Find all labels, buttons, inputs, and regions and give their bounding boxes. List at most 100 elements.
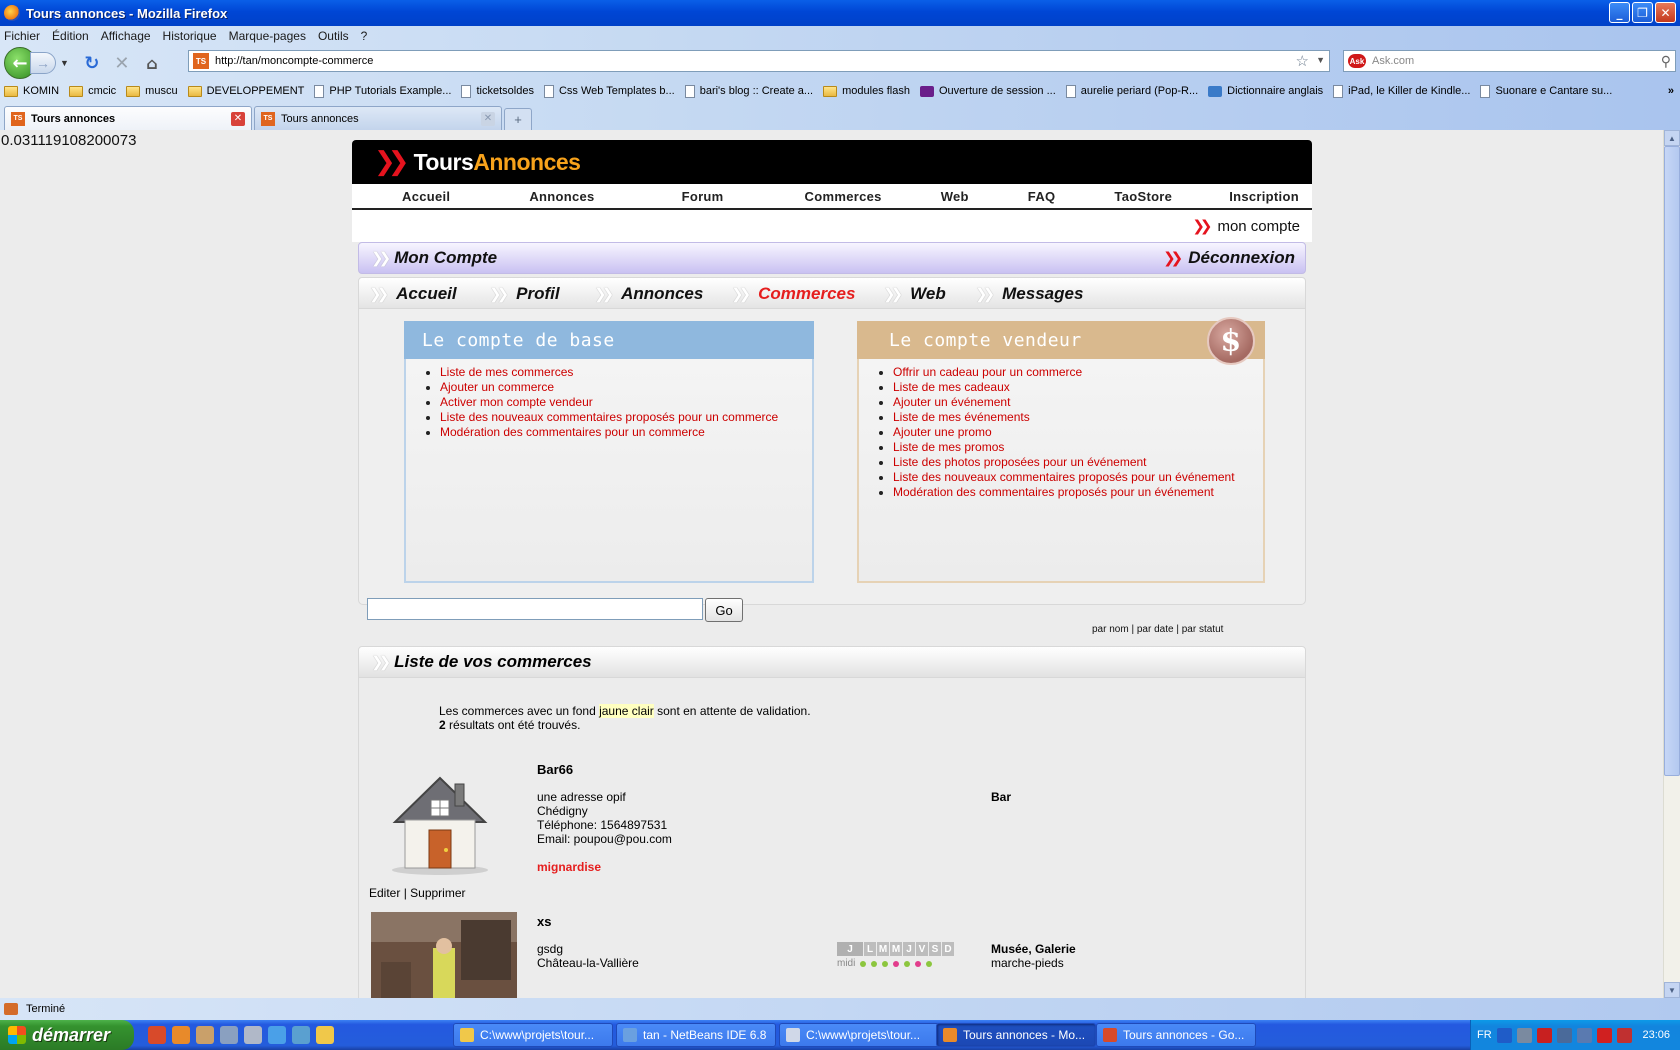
account-link[interactable]: Liste de mes cadeaux xyxy=(893,380,1010,394)
account-link[interactable]: Liste des nouveaux commentaires proposés… xyxy=(893,470,1235,484)
bookmark-label[interactable]: Css Web Templates b... xyxy=(559,85,675,97)
shield-icon[interactable] xyxy=(1576,1027,1592,1043)
close-window-button[interactable]: ✕ xyxy=(1655,2,1676,23)
account-link[interactable]: Modération des commentaires pour un comm… xyxy=(440,425,705,439)
user-icon[interactable] xyxy=(196,1026,214,1044)
bookmark-label[interactable]: muscu xyxy=(145,85,177,97)
bookmark-label[interactable]: modules flash xyxy=(842,85,910,97)
bookmark-item[interactable]: aurelie periard (Pop-R... xyxy=(1065,84,1198,98)
menu-marque-pages[interactable]: Marque-pages xyxy=(229,29,306,43)
bluetooth-icon[interactable] xyxy=(1496,1027,1512,1043)
account-link[interactable]: Ajouter un événement xyxy=(893,395,1010,409)
logout-label[interactable]: Déconnexion xyxy=(1188,248,1295,268)
bookmark-item[interactable]: cmcic xyxy=(69,85,116,97)
subnav-commerces[interactable]: ❯❯ Commerces xyxy=(731,284,855,304)
home-icon[interactable]: ⌂ xyxy=(141,52,163,74)
account-link[interactable]: Liste de mes commerces xyxy=(440,365,573,379)
menu-affichage[interactable]: Affichage xyxy=(101,29,151,43)
reload-icon[interactable]: ↻ xyxy=(81,52,103,74)
edit-link[interactable]: Editer xyxy=(369,886,400,900)
sort-by-status-link[interactable]: par statut xyxy=(1182,624,1224,635)
network-icon[interactable] xyxy=(1516,1027,1532,1043)
nav-commerces[interactable]: Commerces xyxy=(805,189,882,204)
forward-icon[interactable]: → xyxy=(30,52,56,74)
subnav-accueil[interactable]: ❯❯ Accueil xyxy=(369,284,457,304)
nav-inscription[interactable]: Inscription xyxy=(1229,189,1299,204)
bookmark-label[interactable]: Suonare e Cantare su... xyxy=(1495,85,1612,97)
bookmark-label[interactable]: cmcic xyxy=(88,85,116,97)
scroll-up-icon[interactable]: ▲ xyxy=(1664,130,1680,146)
subnav-label[interactable]: Commerces xyxy=(758,284,855,304)
close-tab-icon[interactable]: ✕ xyxy=(231,111,245,126)
subnav-annonces[interactable]: ❯❯ Annonces xyxy=(594,284,703,304)
bookmark-item[interactable]: PHP Tutorials Example... xyxy=(314,84,451,98)
account-link[interactable]: Liste de mes événements xyxy=(893,410,1030,424)
bookmark-item[interactable]: bari's blog :: Create a... xyxy=(684,84,813,98)
task-explorer-2[interactable]: C:\www\projets\tour... xyxy=(779,1023,939,1047)
scroll-down-icon[interactable]: ▼ xyxy=(1664,982,1680,998)
folder-icon[interactable] xyxy=(316,1026,334,1044)
bookmarks-overflow-button[interactable]: » xyxy=(1668,85,1674,97)
history-dropdown-icon[interactable]: ▼ xyxy=(60,58,69,68)
new-tab-button[interactable]: + xyxy=(504,108,532,130)
bookmark-star-icon[interactable]: ☆ xyxy=(1296,52,1309,70)
ati-icon[interactable] xyxy=(1536,1027,1552,1043)
bookmark-item[interactable]: KOMIN xyxy=(4,85,59,97)
bookmark-item[interactable]: iPad, le Killer de Kindle... xyxy=(1333,84,1470,98)
logo-text-tours[interactable]: Tours xyxy=(414,149,474,176)
tool-icon[interactable] xyxy=(220,1026,238,1044)
tab-tours-annonces-2[interactable]: TS Tours annonces ✕ xyxy=(254,106,502,130)
search-icon[interactable]: ⚲ xyxy=(1661,53,1671,70)
task-firefox[interactable]: Tours annonces - Mo... xyxy=(936,1023,1096,1047)
commerce-name[interactable]: xs xyxy=(537,914,551,929)
scroll-thumb[interactable] xyxy=(1664,146,1680,776)
bookmark-item[interactable]: Ouverture de session ... xyxy=(919,85,1056,97)
account-link[interactable]: Liste des photos proposées pour un événe… xyxy=(893,455,1147,469)
menu-edition[interactable]: Édition xyxy=(52,29,89,43)
app-icon[interactable] xyxy=(244,1026,262,1044)
go-button[interactable]: Go xyxy=(705,598,743,622)
url-dropdown-icon[interactable]: ▼ xyxy=(1316,55,1325,65)
bookmark-item[interactable]: Css Web Templates b... xyxy=(543,84,675,98)
mon-compte-link[interactable]: mon compte xyxy=(1217,218,1300,235)
account-link[interactable]: Ajouter un commerce xyxy=(440,380,554,394)
task-chrome[interactable]: Tours annonces - Go... xyxy=(1096,1023,1256,1047)
nav-forum[interactable]: Forum xyxy=(682,189,724,204)
stop-icon[interactable]: ✕ xyxy=(111,52,133,74)
bookmark-item[interactable]: modules flash xyxy=(823,85,910,97)
subnav-label[interactable]: Annonces xyxy=(621,284,703,304)
start-button[interactable]: démarrer xyxy=(0,1020,134,1050)
subnav-label[interactable]: Accueil xyxy=(396,284,456,304)
language-indicator[interactable]: FR xyxy=(1477,1029,1492,1041)
nav-taostore[interactable]: TaoStore xyxy=(1114,189,1172,204)
subnav-profil[interactable]: ❯❯ Profil xyxy=(489,284,560,304)
tab-tours-annonces-1[interactable]: TS Tours annonces ✕ xyxy=(4,106,252,130)
menu-historique[interactable]: Historique xyxy=(163,29,217,43)
bookmark-label[interactable]: iPad, le Killer de Kindle... xyxy=(1348,85,1470,97)
subnav-web[interactable]: ❯❯ Web xyxy=(883,284,946,304)
task-explorer-1[interactable]: C:\www\projets\tour... xyxy=(453,1023,613,1047)
subnav-label[interactable]: Web xyxy=(910,284,946,304)
account-link[interactable]: Liste des nouveaux commentaires proposés… xyxy=(440,410,778,424)
nav-faq[interactable]: FAQ xyxy=(1028,189,1056,204)
bookmark-label[interactable]: Ouverture de session ... xyxy=(939,85,1056,97)
delete-link[interactable]: Supprimer xyxy=(410,886,465,900)
bookmark-label[interactable]: ticketsoldes xyxy=(476,85,533,97)
bookmark-item[interactable]: ticketsoldes xyxy=(461,84,534,98)
menu-outils[interactable]: Outils xyxy=(318,29,349,43)
close-tab-icon[interactable]: ✕ xyxy=(481,111,495,126)
subnav-label[interactable]: Messages xyxy=(1002,284,1083,304)
bookmark-label[interactable]: KOMIN xyxy=(23,85,59,97)
commerce-tag[interactable]: mignardise xyxy=(537,860,601,874)
chrome-icon[interactable] xyxy=(148,1026,166,1044)
url-text[interactable]: http://tan/moncompte-commerce xyxy=(215,55,373,67)
ie-icon[interactable] xyxy=(268,1026,286,1044)
bookmark-label[interactable]: PHP Tutorials Example... xyxy=(329,85,451,97)
bookmark-item[interactable]: Suonare e Cantare su... xyxy=(1480,84,1612,98)
account-link[interactable]: Activer mon compte vendeur xyxy=(440,395,593,409)
account-link[interactable]: Modération des commentaires proposés pou… xyxy=(893,485,1214,499)
nav-annonces[interactable]: Annonces xyxy=(529,189,594,204)
logo-text-annonces[interactable]: Annonces xyxy=(473,149,581,176)
logout-link[interactable]: ❯❯ Déconnexion xyxy=(1163,248,1295,268)
commerce-name[interactable]: Bar66 xyxy=(537,762,573,777)
